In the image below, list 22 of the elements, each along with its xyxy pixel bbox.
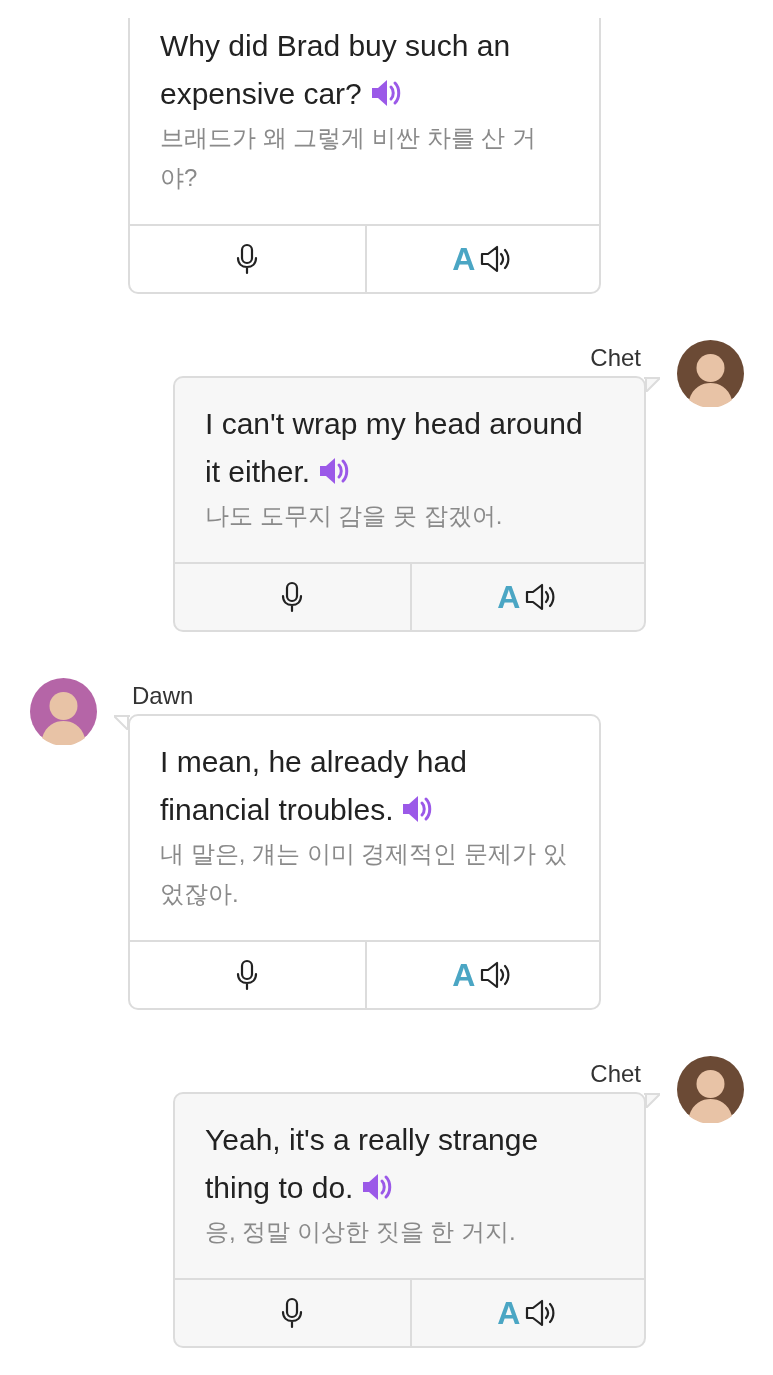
speaker-name: Chet — [590, 343, 642, 373]
avatar — [30, 678, 97, 745]
microphone-icon — [280, 581, 305, 613]
speaker-name: Chet — [590, 1059, 642, 1089]
avatar — [677, 1056, 744, 1123]
translation-text: 응, 정말 이상한 짓을 한 거지. — [205, 1217, 517, 1247]
speaker-name: Dawn — [131, 681, 194, 711]
microphone-icon — [235, 959, 260, 991]
translation-text: 내 말은, 걔는 이미 경제적인 문제가 있었잖아. — [160, 839, 568, 909]
microphone-icon — [235, 243, 260, 275]
message-text[interactable]: I can't wrap my head around it either. — [205, 400, 600, 496]
message-text[interactable]: Yeah, it's a really strange thing to do. — [205, 1116, 600, 1212]
microphone-icon — [280, 1297, 305, 1329]
translation-text: 브래드가 왜 그렇게 비싼 차를 산 거야? — [160, 123, 537, 193]
message-text[interactable]: Why did Brad buy such an expensive car? — [160, 22, 555, 118]
speaker-icon[interactable] — [401, 794, 434, 824]
message-text[interactable]: I mean, he already had financial troubles. — [160, 738, 555, 834]
avatar — [677, 340, 744, 407]
speaker-icon[interactable] — [369, 78, 402, 108]
speaker-icon[interactable] — [318, 456, 351, 486]
speaker-icon[interactable] — [361, 1172, 394, 1202]
translation-text: 나도 도무지 감을 못 잡겠어. — [205, 501, 504, 531]
